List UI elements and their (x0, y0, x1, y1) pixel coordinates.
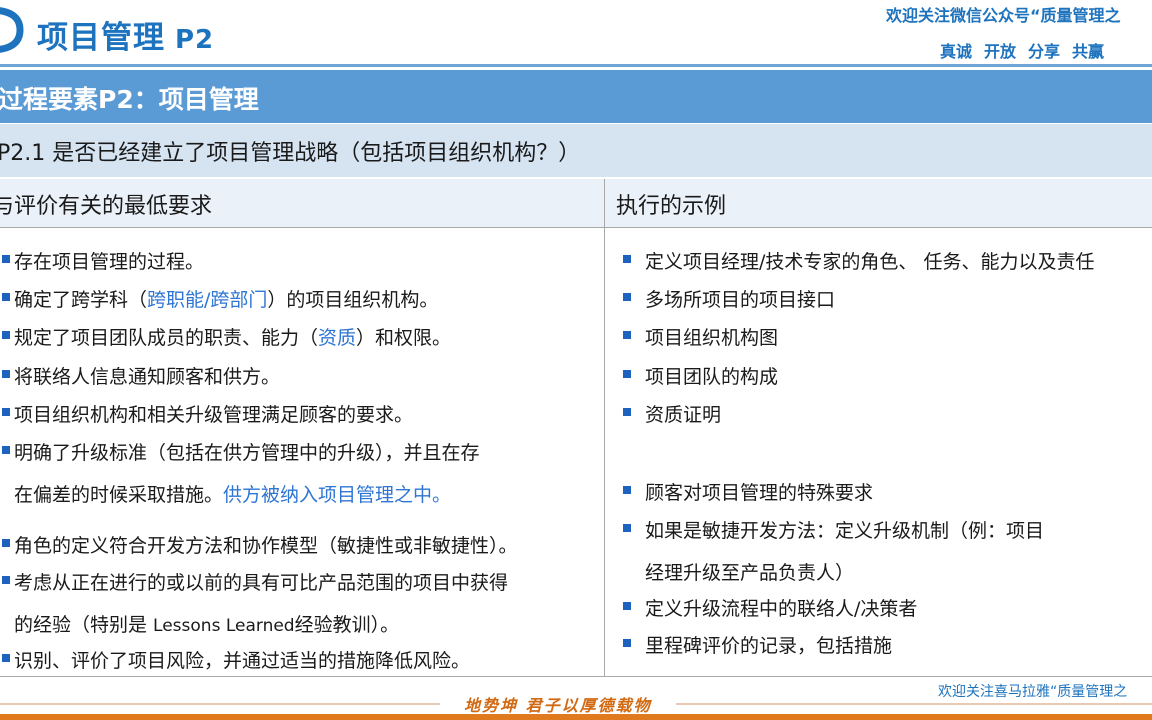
example-text: 如果是敏捷开发方法：定义升级机制（例：项目 (645, 520, 1045, 542)
example-text: 定义项目经理/技术专家的角色、 任务、能力以及责任 (645, 251, 1095, 273)
table-title: 过程要素P2：项目管理 (0, 85, 259, 114)
requirement-text: 规定了项目团队成员的职责、能力（ (14, 327, 319, 349)
question-text: P2.1 是否已经建立了项目管理战略（包括项目组织机构？） (0, 141, 581, 166)
bullet-icon (2, 654, 10, 662)
requirement-item: 角色的定义符合开发方法和协作模型（敏捷性或非敏捷性）。 (2, 531, 518, 558)
column-header-requirements: 与评价有关的最低要求 (0, 194, 213, 219)
requirement-item: 项目组织机构和相关升级管理满足顾客的要求。 (2, 400, 414, 427)
requirement-text: 存在项目管理的过程。 (14, 251, 205, 273)
column-header-examples: 执行的示例 (616, 194, 727, 219)
requirement-text: 项目组织机构和相关升级管理满足顾客的要求。 (14, 404, 414, 426)
bullet-icon (2, 370, 10, 378)
bullet-icon (2, 293, 10, 301)
requirement-item: 考虑从正在进行的或以前的具有可比产品范围的项目中获得 的经验（特别是 Lesso… (2, 568, 509, 637)
example-item: 资质证明 (623, 400, 722, 427)
requirement-text: 识别、评价了项目风险，并通过适当的措施降低风险。 (14, 650, 471, 672)
bullet-icon (623, 370, 631, 378)
bullet-icon (623, 524, 631, 532)
requirement-text: 在偏差的时候采取措施。 (14, 484, 224, 506)
highlight-text: 资质 (318, 327, 357, 349)
example-text: 经理升级至产品负责人） (645, 562, 855, 584)
bullet-icon (2, 576, 10, 584)
page-title-tag: P2 (175, 25, 215, 55)
bullet-icon (623, 639, 631, 647)
footer-band (0, 714, 1152, 720)
example-text: 项目团队的构成 (645, 366, 779, 388)
table-bottom-border (0, 676, 1152, 677)
example-text: 多场所项目的项目接口 (645, 289, 836, 311)
example-item: 定义升级流程中的联络人/决策者 (623, 594, 918, 621)
column-divider (604, 179, 605, 676)
highlight-text: 供方被纳入项目管理之中。 (223, 484, 452, 506)
example-item: 里程碑评价的记录，包括措施 (623, 631, 893, 658)
requirement-text: 角色的定义符合开发方法和协作模型（敏捷性或非敏捷性）。 (14, 535, 518, 557)
example-text: 资质证明 (645, 404, 722, 426)
slogan-word: 分享 (1028, 42, 1061, 61)
example-text: 里程碑评价的记录，包括措施 (645, 635, 893, 657)
requirement-text: 经验教训）。 (294, 614, 400, 636)
bullet-icon (623, 408, 631, 416)
requirement-text: ）和权限。 (356, 327, 452, 349)
requirement-text: 的经验（特别是 (14, 614, 154, 636)
example-text: 顾客对项目管理的特殊要求 (645, 482, 874, 504)
bullet-icon (623, 293, 631, 301)
requirement-text: Lessons Learned (153, 616, 295, 636)
example-text: 定义升级流程中的联络人/决策者 (645, 598, 918, 620)
example-item: 顾客对项目管理的特殊要求 (623, 478, 874, 505)
example-text: 项目组织机构图 (645, 327, 779, 349)
requirement-text: 将联络人信息通知顾客和供方。 (14, 366, 281, 388)
slogan: 真诚 开放 分享 共赢 (940, 38, 1116, 62)
requirement-item: 规定了项目团队成员的职责、能力（资质）和权限。 (2, 323, 452, 350)
header-divider (0, 64, 1152, 67)
footer-motto: 地势坤 君子以厚德载物 (440, 692, 676, 716)
bullet-icon (2, 446, 10, 454)
example-item: 如果是敏捷开发方法：定义升级机制（例：项目 经理升级至产品负责人） (623, 516, 1045, 585)
bullet-icon (623, 602, 631, 610)
page-title-text: 项目管理 (37, 20, 165, 56)
requirement-item: 确定了跨学科（跨职能/跨部门）的项目组织机构。 (2, 285, 439, 312)
bullet-icon (2, 331, 10, 339)
slogan-word: 共赢 (1072, 42, 1105, 61)
bullet-icon (623, 255, 631, 263)
wechat-promo-text: 欢迎关注微信公众号“质量管理之 (886, 6, 1121, 25)
requirement-text: 考虑从正在进行的或以前的具有可比产品范围的项目中获得 (14, 572, 509, 594)
requirement-text: ）的项目组织机构。 (267, 289, 439, 311)
example-item: 项目团队的构成 (623, 362, 779, 389)
example-item: 多场所项目的项目接口 (623, 285, 836, 312)
requirement-text: 确定了跨学科（ (14, 289, 148, 311)
example-item: 项目组织机构图 (623, 323, 779, 350)
bullet-icon (2, 539, 10, 547)
bullet-icon (623, 331, 631, 339)
highlight-text: 跨职能/跨部门 (147, 289, 268, 311)
requirement-item: 明确了升级标准（包括在供方管理中的升级），并且在存 在偏差的时候采取措施。供方被… (2, 438, 480, 507)
bullet-icon (623, 486, 631, 494)
page-title: 项目管理 P2 (37, 12, 214, 57)
requirement-item: 识别、评价了项目风险，并通过适当的措施降低风险。 (2, 646, 471, 673)
requirement-text: 明确了升级标准（包括在供方管理中的升级），并且在存 (14, 442, 480, 464)
bullet-icon (2, 255, 10, 263)
slogan-word: 真诚 (940, 42, 973, 61)
logo-icon (0, 7, 24, 53)
ximalaya-promo-text: 欢迎关注喜马拉雅“质量管理之 (938, 684, 1128, 700)
requirement-item: 存在项目管理的过程。 (2, 247, 205, 274)
requirement-item: 将联络人信息通知顾客和供方。 (2, 362, 281, 389)
example-item: 定义项目经理/技术专家的角色、 任务、能力以及责任 (623, 247, 1095, 274)
bullet-icon (2, 408, 10, 416)
slogan-word: 开放 (984, 42, 1017, 61)
